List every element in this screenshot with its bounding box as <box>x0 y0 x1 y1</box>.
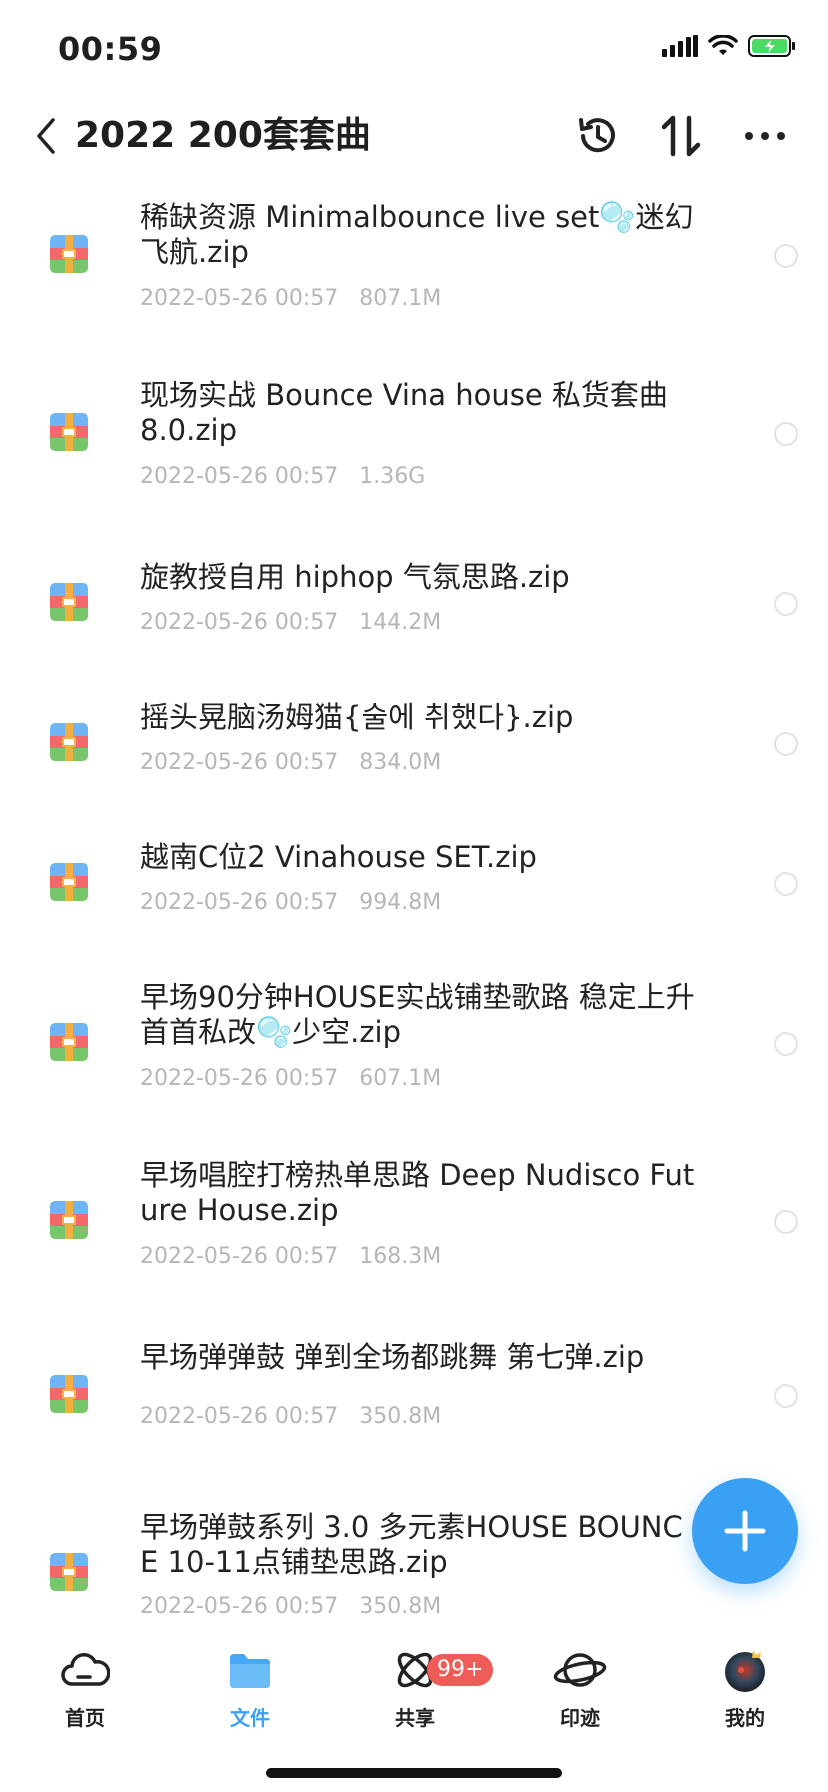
tab-bar: 首页 文件 共享 99+ 印迹 我的 <box>0 1620 828 1770</box>
file-name: 早场弹弹鼓 弹到全场都跳舞 第七弹.zip <box>140 1340 645 1374</box>
status-time: 00:59 <box>58 30 163 68</box>
select-radio[interactable] <box>774 244 798 268</box>
file-size: 834.0M <box>359 750 442 775</box>
file-item[interactable]: 越南C位2 Vinahouse SET.zip 2022-05-26 00:57… <box>0 840 828 960</box>
file-date: 2022-05-26 00:57 <box>140 286 339 311</box>
select-radio[interactable] <box>774 872 798 896</box>
tab-share[interactable]: 共享 99+ <box>355 1642 494 1732</box>
select-radio[interactable] <box>774 1384 798 1408</box>
file-list: 稀缺资源 Minimalbounce live set🫧迷幻飞航.zip 202… <box>0 190 828 1630</box>
select-radio[interactable] <box>774 422 798 446</box>
file-name: 稀缺资源 Minimalbounce live set🫧迷幻飞航.zip <box>140 200 694 269</box>
file-item[interactable]: 旋教授自用 hiphop 气氛思路.zip 2022-05-26 00:57 1… <box>0 560 828 680</box>
folder-icon <box>190 1642 310 1698</box>
planet-icon <box>520 1642 640 1698</box>
header-bar: 2022 200套套曲 <box>0 96 828 188</box>
select-radio[interactable] <box>774 1210 798 1234</box>
plus-icon <box>724 1510 766 1552</box>
file-size: 144.2M <box>359 610 442 635</box>
file-meta: 2022-05-26 00:57 168.3M <box>140 1244 441 1269</box>
file-name: 早场90分钟HOUSE实战铺垫歌路 稳定上升 首首私改🫧少空.zip <box>140 980 695 1049</box>
file-item[interactable]: 稀缺资源 Minimalbounce live set🫧迷幻飞航.zip 202… <box>0 190 828 350</box>
avatar <box>685 1642 805 1698</box>
tab-label: 我的 <box>725 1706 765 1730</box>
zip-file-icon <box>50 235 88 273</box>
file-size: 350.8M <box>359 1404 442 1429</box>
tab-label: 共享 <box>395 1706 435 1730</box>
file-meta: 2022-05-26 00:57 994.8M <box>140 890 441 915</box>
file-size: 607.1M <box>359 1066 442 1091</box>
notification-badge: 99+ <box>427 1654 494 1686</box>
file-size: 168.3M <box>359 1244 442 1269</box>
tab-traces[interactable]: 印迹 <box>520 1642 640 1732</box>
file-name: 现场实战 Bounce Vina house 私货套曲 8.0.zip <box>140 378 668 447</box>
file-meta: 2022-05-26 00:57 834.0M <box>140 750 441 775</box>
zip-file-icon <box>50 1375 88 1413</box>
sort-icon <box>661 115 701 157</box>
file-size: 994.8M <box>359 890 442 915</box>
file-date: 2022-05-26 00:57 <box>140 1244 339 1269</box>
folder-title: 2022 200套套曲 <box>75 115 371 156</box>
zip-file-icon <box>50 723 88 761</box>
file-meta: 2022-05-26 00:57 607.1M <box>140 1066 441 1091</box>
select-radio[interactable] <box>774 592 798 616</box>
battery-charging-icon <box>748 35 795 57</box>
file-name: 越南C位2 Vinahouse SET.zip <box>140 840 537 874</box>
file-item[interactable]: 摇头晃脑汤姆猫{술에 취했다}.zip 2022-05-26 00:57 834… <box>0 700 828 820</box>
file-name: 摇头晃脑汤姆猫{술에 취했다}.zip <box>140 700 574 734</box>
select-radio[interactable] <box>774 732 798 756</box>
select-radio[interactable] <box>774 1032 798 1056</box>
file-date: 2022-05-26 00:57 <box>140 1066 339 1091</box>
tab-label: 印迹 <box>560 1706 600 1730</box>
file-item[interactable]: 现场实战 Bounce Vina house 私货套曲 8.0.zip 2022… <box>0 368 828 528</box>
file-date: 2022-05-26 00:57 <box>140 464 339 489</box>
add-button[interactable] <box>692 1478 798 1584</box>
file-item[interactable]: 早场唱腔打榜热单思路 Deep Nudisco Future House.zip… <box>0 1158 828 1318</box>
tab-label: 首页 <box>65 1706 105 1730</box>
zip-file-icon <box>50 1553 88 1591</box>
back-button[interactable] <box>26 106 66 166</box>
tab-me[interactable]: 我的 <box>685 1642 805 1732</box>
file-meta: 2022-05-26 00:57 1.36G <box>140 464 425 489</box>
file-item[interactable]: 早场90分钟HOUSE实战铺垫歌路 稳定上升 首首私改🫧少空.zip 2022-… <box>0 980 828 1140</box>
file-meta: 2022-05-26 00:57 144.2M <box>140 610 441 635</box>
zip-file-icon <box>50 583 88 621</box>
wifi-icon <box>708 35 738 55</box>
more-button[interactable] <box>735 106 795 166</box>
file-date: 2022-05-26 00:57 <box>140 610 339 635</box>
chevron-left-icon <box>37 118 55 154</box>
tab-home[interactable]: 首页 <box>25 1642 145 1732</box>
file-meta: 2022-05-26 00:57 807.1M <box>140 286 441 311</box>
file-size: 350.8M <box>359 1594 442 1619</box>
file-date: 2022-05-26 00:57 <box>140 890 339 915</box>
file-date: 2022-05-26 00:57 <box>140 1404 339 1429</box>
history-icon <box>579 118 615 153</box>
cloud-icon <box>25 1642 145 1698</box>
file-name: 旋教授自用 hiphop 气氛思路.zip <box>140 560 570 594</box>
file-date: 2022-05-26 00:57 <box>140 750 339 775</box>
zip-file-icon <box>50 1023 88 1061</box>
zip-file-icon <box>50 1201 88 1239</box>
file-size: 807.1M <box>359 286 442 311</box>
sort-button[interactable] <box>651 106 711 166</box>
tab-files[interactable]: 文件 <box>190 1642 310 1732</box>
tab-label: 文件 <box>230 1706 270 1730</box>
file-meta: 2022-05-26 00:57 350.8M <box>140 1404 441 1429</box>
status-icons <box>662 34 796 58</box>
zip-file-icon <box>50 863 88 901</box>
file-date: 2022-05-26 00:57 <box>140 1594 339 1619</box>
file-name: 早场弹鼓系列 3.0 多元素HOUSE BOUNCE 10-11点铺垫思路.zi… <box>140 1510 683 1579</box>
file-item[interactable]: 早场弹弹鼓 弹到全场都跳舞 第七弹.zip 2022-05-26 00:57 3… <box>0 1340 828 1470</box>
history-button[interactable] <box>568 106 628 166</box>
file-meta: 2022-05-26 00:57 350.8M <box>140 1594 441 1619</box>
status-bar: 00:59 <box>0 0 828 96</box>
signal-icon <box>662 35 698 57</box>
home-indicator <box>266 1768 562 1778</box>
file-size: 1.36G <box>359 464 426 489</box>
more-icon <box>745 132 785 140</box>
zip-file-icon <box>50 413 88 451</box>
file-name: 早场唱腔打榜热单思路 Deep Nudisco Future House.zip <box>140 1158 695 1227</box>
